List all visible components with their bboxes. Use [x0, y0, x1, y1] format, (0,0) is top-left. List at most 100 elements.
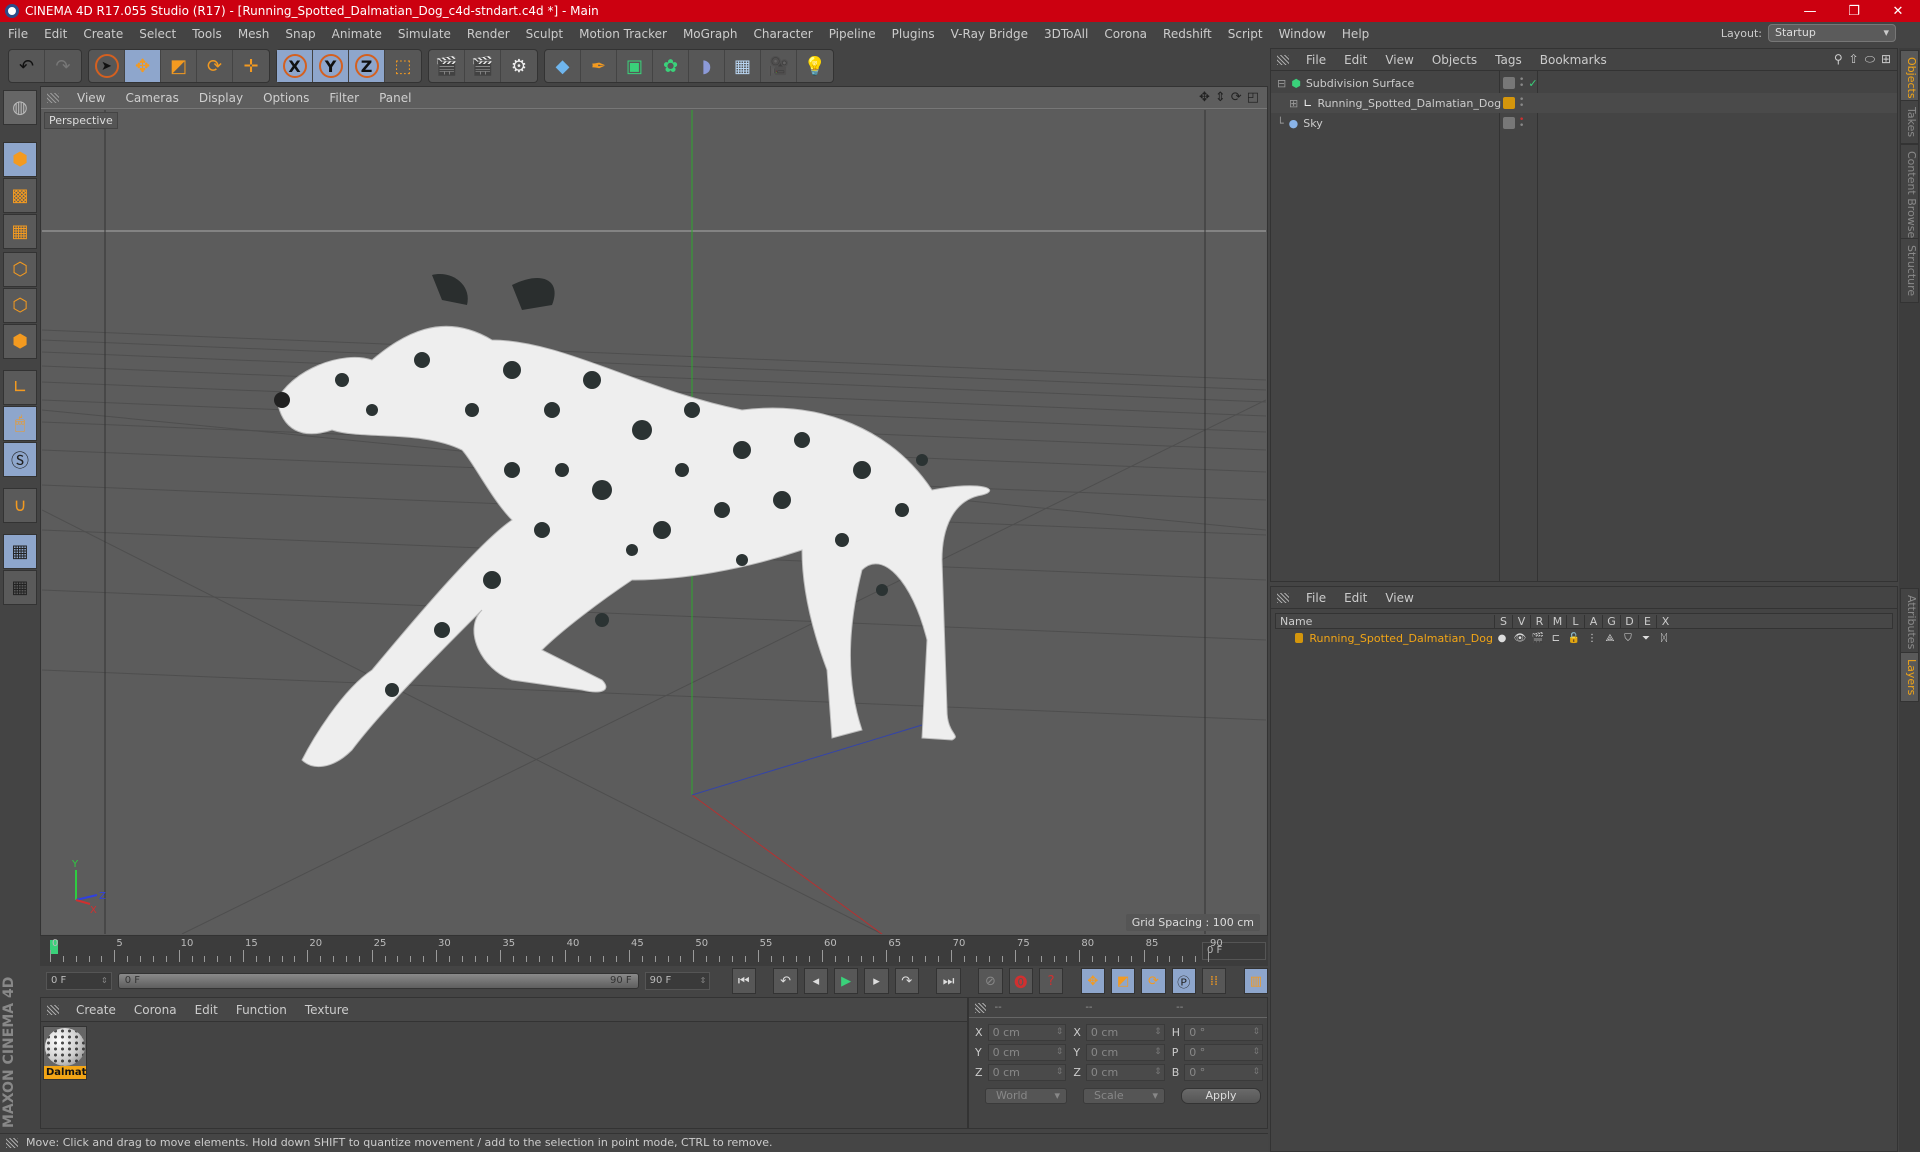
restore-button[interactable]: ❐ — [1832, 4, 1876, 19]
menu-pipeline[interactable]: Pipeline — [821, 27, 884, 41]
viewport-menu-panel[interactable]: Panel — [369, 91, 421, 105]
magnet-icon[interactable]: ∪ — [3, 488, 37, 523]
visibility-dots[interactable]: • • — [1519, 96, 1524, 111]
layer-column-a[interactable]: A — [1584, 614, 1602, 628]
tab-attributes[interactable]: Attributes — [1900, 588, 1919, 657]
layer-column-e[interactable]: E — [1638, 614, 1656, 628]
previous-key-icon[interactable]: ↶ — [773, 968, 798, 994]
record-keys-icon[interactable]: ⊘ — [978, 968, 1003, 994]
timeline-window-icon[interactable]: ▥ — [1243, 968, 1268, 994]
layer-column-r[interactable]: R — [1530, 614, 1548, 628]
menu-render[interactable]: Render — [459, 27, 518, 41]
material-menu-create[interactable]: Create — [67, 1003, 125, 1017]
xref-toggle-icon[interactable]: ᛞ — [1655, 633, 1673, 644]
viewport-menu-cameras[interactable]: Cameras — [115, 91, 188, 105]
close-button[interactable]: ✕ — [1876, 4, 1920, 19]
keyframe-selection-icon[interactable]: ? — [1038, 968, 1064, 994]
point-level-icon[interactable]: ⁞⁞ — [1201, 968, 1227, 994]
points-mode-icon[interactable]: ⬡ — [3, 252, 37, 287]
material-menu-corona[interactable]: Corona — [125, 1003, 186, 1017]
object-row-sky[interactable]: └ ● Sky • • — [1271, 113, 1897, 133]
layer-color-swatch[interactable] — [1503, 117, 1515, 129]
end-frame-field[interactable]: 90 F ⇕ — [644, 972, 711, 990]
layer-color-swatch[interactable] — [1503, 77, 1515, 89]
viewport-menu-filter[interactable]: Filter — [319, 91, 369, 105]
enabled-check-icon[interactable]: ✓ — [1528, 77, 1537, 90]
tab-layers[interactable]: Layers — [1900, 652, 1919, 703]
minimize-button[interactable]: — — [1788, 4, 1832, 19]
position-z-field[interactable]: 0 cm — [987, 1063, 1067, 1081]
menu-file[interactable]: File — [0, 27, 36, 41]
menu-mesh[interactable]: Mesh — [230, 27, 278, 41]
layer-column-x[interactable]: X — [1656, 614, 1674, 628]
tab-takes[interactable]: Takes — [1900, 100, 1919, 145]
locked-workplane-icon[interactable]: ▦ — [3, 534, 37, 569]
home-icon[interactable]: ⇧ — [1849, 52, 1859, 67]
new-view-icon[interactable]: ⊞ — [1881, 52, 1891, 67]
rotation-h-field[interactable]: 0 ° — [1184, 1023, 1264, 1041]
menu-script[interactable]: Script — [1220, 27, 1271, 41]
viewport-menu-options[interactable]: Options — [253, 91, 319, 105]
expand-icon[interactable]: ⊞ — [1289, 97, 1298, 110]
move-tool-icon[interactable]: ✛ — [233, 50, 269, 82]
expressions-toggle-icon[interactable]: ⏷ — [1637, 633, 1655, 644]
size-z-field[interactable]: 0 cm — [1085, 1063, 1165, 1081]
menu-plugins[interactable]: Plugins — [884, 27, 943, 41]
scale-key-icon[interactable]: ◩ — [1111, 968, 1136, 994]
model-mode-icon[interactable]: ⬢ — [3, 142, 37, 177]
polygons-mode-icon[interactable]: ⬢ — [3, 324, 37, 359]
camera-icon[interactable]: 🎥 — [761, 50, 797, 82]
visible-toggle-icon[interactable]: 👁 — [1511, 633, 1529, 644]
material-menu-edit[interactable]: Edit — [186, 1003, 227, 1017]
menu-tools[interactable]: Tools — [184, 27, 230, 41]
play-icon[interactable]: ▶ — [834, 968, 859, 994]
go-to-end-icon[interactable]: ⏭ — [936, 968, 961, 994]
preview-range-slider[interactable]: 0 F 90 F — [117, 973, 639, 989]
menu-3dtoall[interactable]: 3DToAll — [1036, 27, 1096, 41]
layer-menu-edit[interactable]: Edit — [1335, 591, 1376, 605]
render-toggle-icon[interactable]: 🎬 — [1529, 633, 1547, 644]
solo-toggle-icon[interactable]: ● — [1493, 633, 1511, 644]
perspective-viewport[interactable]: Y Z X Perspective Grid Spacing : 100 cm — [42, 110, 1266, 934]
pan-icon[interactable]: ✥ — [1199, 90, 1210, 105]
menu-redshift[interactable]: Redshift — [1155, 27, 1220, 41]
layer-column-l[interactable]: L — [1566, 614, 1584, 628]
viewport-menu-view[interactable]: View — [67, 91, 115, 105]
layer-color-swatch[interactable] — [1503, 97, 1515, 109]
light-icon[interactable]: 💡 — [797, 50, 833, 82]
next-key-icon[interactable]: ↷ — [894, 968, 919, 994]
rotation-b-field[interactable]: 0 ° — [1184, 1063, 1264, 1081]
menu-motion-tracker[interactable]: Motion Tracker — [571, 27, 675, 41]
rotation-key-icon[interactable]: ⟳ — [1141, 968, 1166, 994]
material-menu-function[interactable]: Function — [227, 1003, 296, 1017]
pen-spline-icon[interactable]: ✒ — [581, 50, 617, 82]
object-menu-objects[interactable]: Objects — [1423, 53, 1486, 67]
rotation-p-field[interactable]: 0 ° — [1184, 1043, 1264, 1061]
layer-column-d[interactable]: D — [1620, 614, 1638, 628]
object-menu-view[interactable]: View — [1376, 53, 1422, 67]
menu-corona[interactable]: Corona — [1096, 27, 1155, 41]
layer-column-s[interactable]: S — [1494, 614, 1512, 628]
dalmatian-dog-model[interactable] — [274, 274, 990, 768]
coordinate-system-icon[interactable]: ⬚ — [385, 50, 421, 82]
timeline-ruler[interactable]: 0 F 0 5 10 15 20 25 30 35 40 45 50 55 60 65 70 75 80 85 90 — [40, 936, 1268, 966]
visibility-dots[interactable]: • • — [1519, 116, 1524, 131]
deformers-toggle-icon[interactable]: ⛉ — [1619, 633, 1637, 644]
dolly-icon[interactable]: ⇕ — [1215, 90, 1226, 105]
y-axis-icon[interactable]: Y — [313, 50, 349, 82]
position-y-field[interactable]: 0 cm — [987, 1043, 1067, 1061]
size-y-field[interactable]: 0 cm — [1085, 1043, 1165, 1061]
make-editable-icon[interactable]: ◍ — [3, 90, 37, 125]
deformer-icon[interactable]: ◗ — [689, 50, 725, 82]
animation-toggle-icon[interactable]: ⋮ — [1583, 633, 1601, 644]
menu-window[interactable]: Window — [1271, 27, 1334, 41]
scale-icon[interactable]: ◩ — [161, 50, 197, 82]
visibility-icon[interactable]: ⬭ — [1865, 52, 1875, 67]
generators-toggle-icon[interactable]: ⟁ — [1601, 633, 1619, 644]
render-picture-viewer-icon[interactable]: 🎬 — [465, 50, 501, 82]
position-x-field[interactable]: 0 cm — [987, 1023, 1067, 1041]
x-axis-icon[interactable]: X — [277, 50, 313, 82]
menu-select[interactable]: Select — [131, 27, 184, 41]
cloner-icon[interactable]: ✿ — [653, 50, 689, 82]
manager-toggle-icon[interactable]: ⊏ — [1547, 633, 1565, 644]
